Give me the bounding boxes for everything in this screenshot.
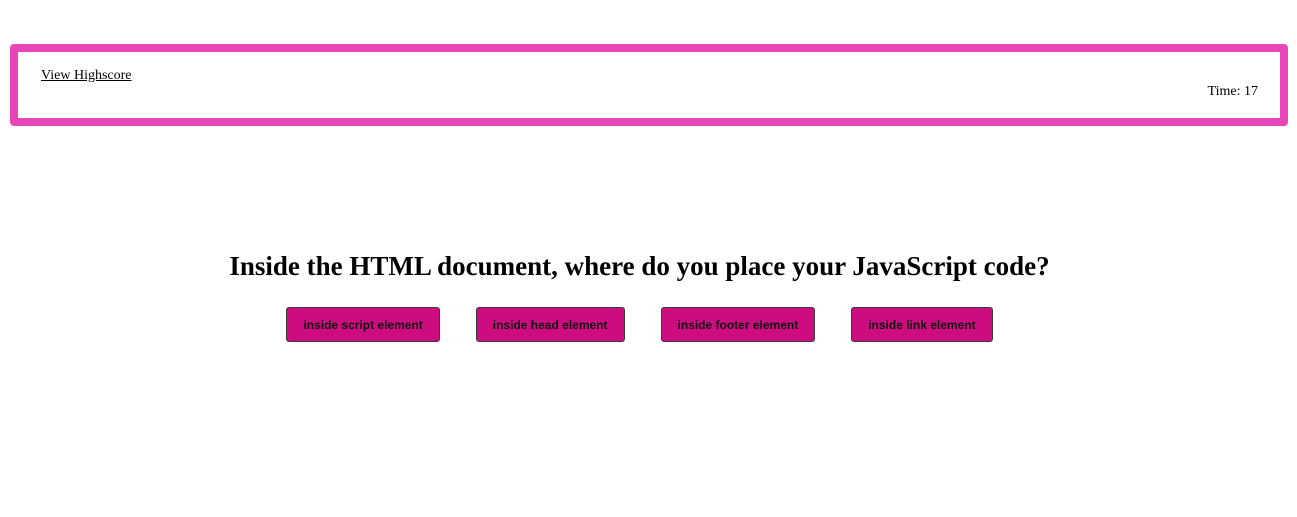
answer-button-link-element[interactable]: inside link element (851, 307, 993, 342)
view-highscore-link[interactable]: View Highscore (41, 69, 132, 83)
timer-display: Time: 17 (1207, 84, 1258, 99)
answer-button-head-element[interactable]: inside head element (475, 307, 625, 342)
answer-button-footer-element[interactable]: inside footer element (660, 307, 816, 342)
answer-choices: inside script element inside head elemen… (0, 307, 1279, 342)
question-text: Inside the HTML document, where do you p… (229, 251, 1050, 281)
header-bar: View Highscore Time: 17 (10, 44, 1288, 126)
answer-button-script-element[interactable]: inside script element (286, 307, 440, 342)
